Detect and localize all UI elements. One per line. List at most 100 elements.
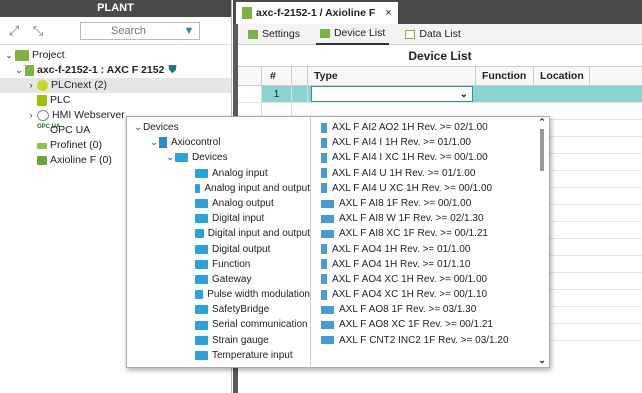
table-row[interactable]: 1 ⌄ [238, 86, 642, 103]
tree-item-plc[interactable]: PLC [0, 93, 231, 108]
category-group[interactable]: ⌄ Devices [127, 150, 310, 165]
module-item[interactable]: AXL F AO4 1H Rev. >= 01/1.00 [311, 242, 549, 257]
module-item[interactable]: AXL F AI8 W 1F Rev. >= 02/1.30 [311, 211, 549, 226]
category-items: Analog input Analog input and output Analo… [127, 166, 310, 363]
subtab-data-list[interactable]: Data List [401, 24, 464, 45]
category-label: Digital output [212, 243, 271, 255]
col-spacer [292, 67, 308, 85]
chevron-down-icon[interactable]: ⌄ [149, 135, 159, 150]
tree-label: OPC UA [50, 124, 91, 136]
col-location[interactable]: Location [534, 67, 590, 85]
tree-item-project[interactable]: ⌄ Project [0, 48, 231, 63]
category-item[interactable]: Analog input [127, 166, 310, 181]
category-label: Pulse width modulation [207, 289, 310, 301]
module-item[interactable]: AXL F AO4 XC 1H Rev. >= 00/1.10 [311, 287, 549, 302]
module-item[interactable]: AXL F AI2 AO2 1H Rev. >= 02/1.00 [311, 120, 549, 135]
module-item[interactable]: AXL F CNT2 INC2 1F Rev. >= 03/1.20 [311, 333, 549, 348]
tab-label: axc-f-2152-1 / Axioline F [256, 7, 376, 19]
category-item[interactable]: Temperature input [127, 348, 310, 363]
module-item[interactable]: AXL F AI8 XC 1F Rev. >= 00/1.21 [311, 226, 549, 241]
collapse-all-icon[interactable]: ⤡ [30, 23, 46, 39]
controller-icon [25, 65, 34, 76]
category-item[interactable]: Digital input and output [127, 226, 310, 241]
folder-icon [195, 350, 208, 360]
chevron-up-icon[interactable]: ⌃ [537, 117, 547, 127]
col-type[interactable]: Type [308, 67, 476, 85]
module-item[interactable]: AXL F AI8 1F Rev. >= 00/1.00 [311, 196, 549, 211]
tree-label: axc-f-2152-1 : AXC F 2152 [37, 64, 165, 76]
plant-search-input[interactable] [81, 24, 171, 37]
module-item[interactable]: AXL F AO4 1H Rev. >= 01/1.10 [311, 257, 549, 272]
col-number[interactable]: # [262, 67, 292, 85]
type-select[interactable]: ⌄ [311, 86, 473, 102]
subtab-settings[interactable]: Settings [244, 24, 304, 45]
module-items: AXL F AI2 AO2 1H Rev. >= 02/1.00 AXL F AI… [311, 120, 549, 348]
module-icon [321, 244, 327, 255]
scrollbar-thumb[interactable] [540, 129, 544, 171]
category-vendor[interactable]: ⌄ Axiocontrol [127, 135, 310, 150]
category-item[interactable]: Function [127, 257, 310, 272]
col-function[interactable]: Function [476, 67, 534, 85]
module-label: AXL F CNT2 INC2 1F Rev. >= 03/1.20 [339, 334, 509, 346]
module-item[interactable]: AXL F AO8 XC 1F Rev. >= 00/1.21 [311, 317, 549, 332]
category-item[interactable]: Serial communication [127, 317, 310, 332]
shield-icon: ⛊ [168, 64, 177, 76]
filter-icon[interactable]: ▼ [179, 22, 199, 39]
category-item[interactable]: Strain gauge [127, 333, 310, 348]
profinet-icon [37, 142, 47, 149]
editor-tabbar: axc-f-2152-1 / Axioline F × [233, 0, 642, 24]
folder-icon [195, 274, 208, 284]
category-item[interactable]: Gateway [127, 272, 310, 287]
app-root: PLANT ⤢ ⤡ ▼ ⌄ Project ⌄ axc-f-2152-1 : A… [0, 0, 642, 393]
chevron-down-icon[interactable]: ⌄ [165, 150, 175, 165]
category-item[interactable]: Analog input and output [127, 181, 310, 196]
module-item[interactable]: AXL F AO4 XC 1H Rev. >= 00/1.00 [311, 272, 549, 287]
chevron-right-icon[interactable]: › [26, 108, 36, 123]
chevron-down-icon[interactable]: ⌄ [537, 355, 547, 365]
category-item[interactable]: SafetyBridge [127, 302, 310, 317]
chevron-down-icon[interactable]: ⌄ [460, 89, 468, 100]
chevron-right-icon[interactable]: › [26, 78, 36, 93]
module-label: AXL F AO8 1F Rev. >= 03/1.30 [339, 304, 477, 316]
close-icon[interactable]: × [385, 7, 391, 19]
module-label: AXL F AI8 XC 1F Rev. >= 00/1.21 [339, 228, 488, 240]
category-label: Analog input [212, 167, 268, 179]
subtab-device-list[interactable]: Device List [315, 24, 390, 45]
category-label: SafetyBridge [212, 304, 270, 316]
expand-all-icon[interactable]: ⤢ [6, 23, 22, 39]
data-list-icon [405, 29, 416, 39]
category-item[interactable]: Analog output [127, 196, 310, 211]
category-item[interactable]: Digital output [127, 242, 310, 257]
tree-item-device[interactable]: ⌄ axc-f-2152-1 : AXC F 2152 ⛊ [0, 63, 231, 78]
module-item[interactable]: AXL F AO8 1F Rev. >= 03/1.30 [311, 302, 549, 317]
chevron-down-icon[interactable]: ⌄ [133, 120, 143, 135]
module-item[interactable]: AXL F AI4 U 1H Rev. >= 01/1.00 [311, 166, 549, 181]
module-icon [321, 321, 334, 330]
module-label: AXL F AI8 1F Rev. >= 00/1.00 [339, 197, 472, 209]
folder-icon [195, 244, 208, 254]
subtab-label: Device List [333, 27, 386, 39]
category-label: Function [212, 258, 251, 270]
category-item[interactable]: Pulse width modulation [127, 287, 310, 302]
tree-item-plcnext[interactable]: › PLCnext (2) [0, 78, 231, 93]
module-item[interactable]: AXL F AI4 I XC 1H Rev. >= 00/1.00 [311, 150, 549, 165]
chevron-down-icon[interactable]: ⌄ [4, 48, 14, 63]
scrollbar[interactable]: ⌃ ⌄ [537, 117, 547, 367]
category-item[interactable]: Digital input [127, 211, 310, 226]
module-item[interactable]: AXL F AI4 I 1H Rev. >= 01/1.00 [311, 135, 549, 150]
category-label: Serial communication [212, 319, 308, 331]
plant-search[interactable]: ▼ [80, 21, 200, 40]
module-icon [321, 168, 327, 179]
plcnext-icon [37, 80, 48, 91]
folder-icon [175, 153, 188, 163]
module-item[interactable]: AXL F AI4 U XC 1H Rev. >= 00/1.00 [311, 181, 549, 196]
category-label: Temperature input [212, 349, 293, 361]
chevron-down-icon[interactable]: ⌄ [14, 63, 24, 78]
tab-axioline[interactable]: axc-f-2152-1 / Axioline F × [236, 2, 398, 24]
category-label: Analog output [212, 197, 274, 209]
tree-label: PLCnext (2) [51, 79, 108, 91]
folder-icon [195, 183, 201, 193]
category-root[interactable]: ⌄ Devices [127, 120, 310, 135]
module-icon [321, 305, 334, 314]
axioline-icon [37, 156, 47, 165]
